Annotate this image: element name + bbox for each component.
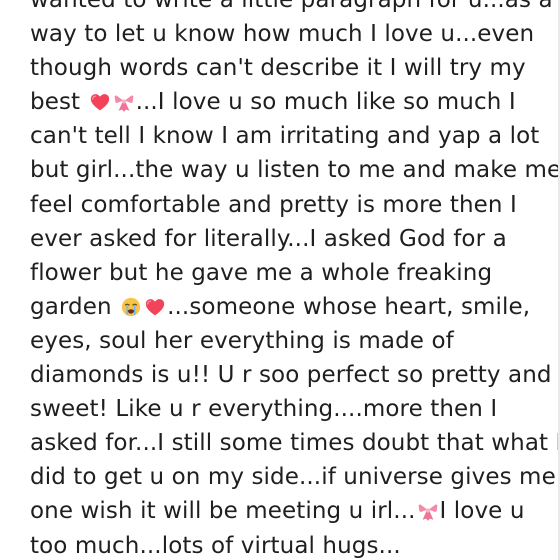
note-text-7: feel comfortable and pretty is more then… [30, 191, 517, 218]
note-line-17: too much...lots of virtual hugs... [30, 529, 550, 560]
note-text-15: did to get u on my side...if universe gi… [30, 464, 556, 491]
note-text-9: flower but he gave me a whole freaking [30, 259, 493, 286]
note-line-6: but girl...the way u listen to me and ma… [30, 153, 560, 187]
note-line-3: though words can't describe it I will tr… [30, 51, 550, 85]
note-text-12: diamonds is u!! U r soo perfect so prett… [30, 362, 552, 389]
note-text-13: sweet! Like u r everything....more then … [30, 396, 498, 423]
note-text-16a: one wish it will be meeting u irl... [30, 498, 416, 525]
note-line-4: best ...I love u so much like so much I [30, 85, 550, 119]
note-line-5: can't tell I know I am irritating and ya… [30, 119, 550, 153]
note-text-17: too much...lots of virtual hugs... [30, 532, 401, 559]
note-text-14: asked for...I still some times doubt tha… [30, 430, 560, 457]
note-text-6: but girl...the way u listen to me and ma… [30, 157, 560, 184]
note-line-16: one wish it will be meeting u irl... I l… [30, 494, 550, 528]
note-line-7: feel comfortable and pretty is more then… [30, 188, 550, 222]
pink-ribbon-icon [113, 91, 135, 113]
note-line-2: way to let u know how much I love u...ev… [30, 17, 550, 51]
note-line-15: did to get u on my side...if universe gi… [30, 460, 556, 494]
note-text-5: can't tell I know I am irritating and ya… [30, 123, 540, 150]
note-text-3: though words can't describe it I will tr… [30, 55, 526, 82]
note-screen: wanted to write a little paragraph for u… [0, 0, 560, 560]
note-body[interactable]: wanted to write a little paragraph for u… [30, 0, 560, 560]
note-text-10b: ...someone whose heart, smile, [167, 293, 531, 320]
note-text-8: ever asked for literally...I asked God f… [30, 225, 507, 252]
note-line-10: garden ...someone whose heart, smile, [30, 290, 550, 324]
note-text-16b: I love u [439, 498, 525, 525]
pink-ribbon-icon [417, 500, 439, 522]
note-line-9: flower but he gave me a whole freaking [30, 256, 550, 290]
red-heart-icon [144, 296, 166, 318]
red-heart-icon [89, 91, 111, 113]
note-line-8: ever asked for literally...I asked God f… [30, 222, 550, 256]
note-text-4a: best [30, 89, 88, 116]
note-text-4b: ...I love u so much like so much I [135, 89, 516, 116]
loudly-crying-face-icon [120, 296, 142, 318]
note-line-1: wanted to write a little paragraph for u… [30, 0, 553, 17]
note-text-11: eyes, soul her everything is made of [30, 327, 454, 354]
note-text-2: way to let u know how much I love u...ev… [30, 21, 535, 48]
note-text-10a: garden [30, 293, 120, 320]
note-line-11: eyes, soul her everything is made of [30, 324, 550, 358]
note-text-1: wanted to write a little paragraph for u… [30, 0, 553, 13]
note-line-13: sweet! Like u r everything....more then … [30, 392, 550, 426]
note-line-12: diamonds is u!! U r soo perfect so prett… [30, 358, 552, 392]
note-line-14: asked for...I still some times doubt tha… [30, 426, 560, 460]
